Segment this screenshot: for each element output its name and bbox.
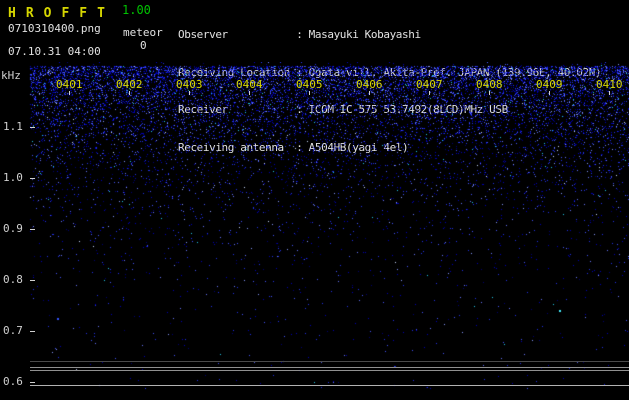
time-label: 0404 [236,78,263,91]
y-axis-unit: kHz [1,69,21,82]
time-tick [609,91,610,95]
y-axis-label: 1.0 [3,171,23,184]
y-axis-label: 1.1 [3,120,23,133]
observer-line: Observer : Masayuki Kobayashi [178,28,421,41]
y-axis-label: 0.6 [3,375,23,388]
time-label: 0408 [476,78,503,91]
y-axis-tick [30,280,35,281]
y-axis-label: 0.8 [3,273,23,286]
level-baseline [30,385,629,386]
time-label: 0410 [596,78,623,91]
time-tick [369,91,370,95]
time-tick [189,91,190,95]
meteor-label: meteor [123,26,163,39]
app-name-label: HROFFT [8,6,115,21]
time-label: 0401 [56,78,83,91]
meteor-count: 0 [140,39,147,52]
time-tick [549,91,550,95]
filename-label: 0710310400.png [8,22,101,35]
hrofft-window: HROFFT 1.00 0710310400.png meteor 0 07.1… [0,0,629,400]
y-axis-tick [30,331,35,332]
datetime-label: 07.10.31 04:00 [8,45,101,58]
time-tick [129,91,130,95]
spectrogram-canvas [0,62,629,390]
time-label: 0405 [296,78,323,91]
y-axis-tick [30,229,35,230]
level-baseline [30,370,629,371]
time-label: 0403 [176,78,203,91]
y-axis-label: 0.7 [3,324,23,337]
time-label: 0402 [116,78,143,91]
time-tick [249,91,250,95]
y-axis-tick [30,178,35,179]
time-tick [69,91,70,95]
app-version-label: 1.00 [122,3,151,17]
y-axis-tick [30,127,35,128]
time-tick [309,91,310,95]
app-title: HROFFT [8,2,115,21]
time-tick [489,91,490,95]
level-baseline-faint [30,361,629,362]
level-baseline [30,367,629,368]
time-tick [429,91,430,95]
y-axis-tick [30,382,35,383]
time-label: 0409 [536,78,563,91]
time-label: 0407 [416,78,443,91]
time-label: 0406 [356,78,383,91]
y-axis-label: 0.9 [3,222,23,235]
